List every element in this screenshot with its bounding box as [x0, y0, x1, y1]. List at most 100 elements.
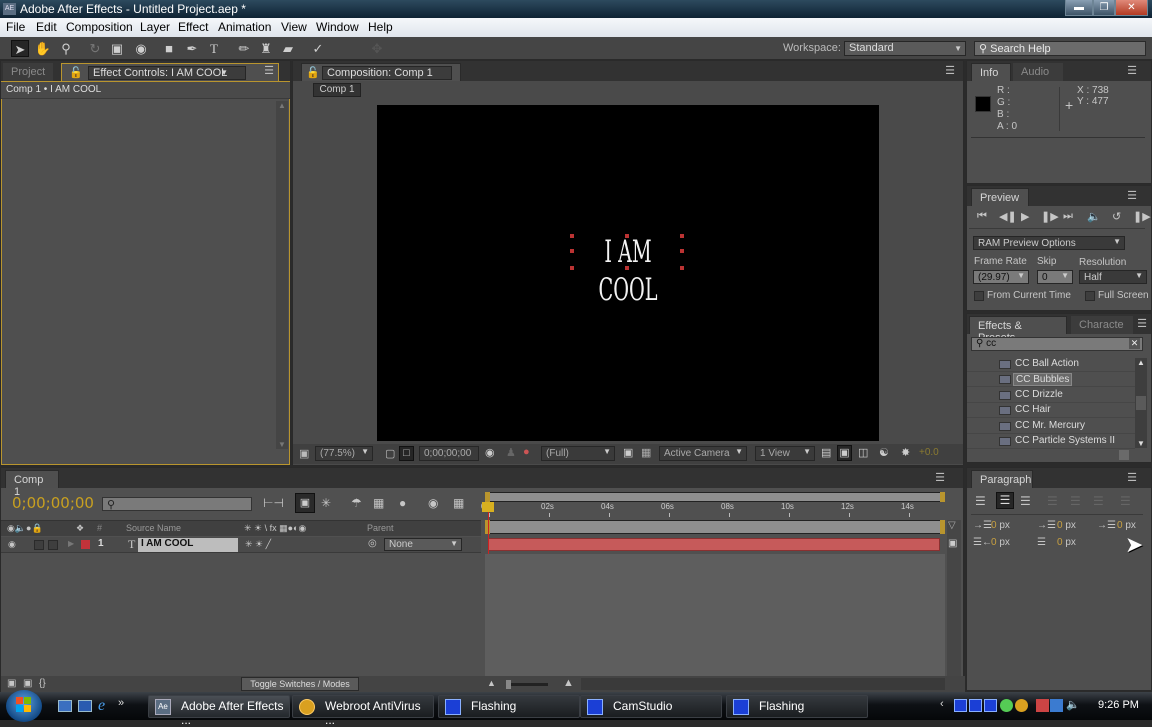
next-frame-icon[interactable]: ❚▶: [1041, 210, 1059, 223]
panel-menu-icon[interactable]: ☰: [945, 64, 955, 77]
timeline-search-field[interactable]: ⚲: [102, 497, 252, 511]
hand-tool-icon[interactable]: ✋: [34, 40, 52, 57]
zoom-in-icon[interactable]: ▲: [563, 677, 574, 689]
space-after-value[interactable]: 0 px: [1057, 537, 1076, 548]
first-frame-icon[interactable]: ⏮: [977, 210, 987, 223]
pen-tool-icon[interactable]: ✒: [183, 40, 201, 57]
layer-switches[interactable]: ✳ ☀ ╱: [245, 539, 271, 550]
justify-all-icon[interactable]: ☰: [1120, 494, 1131, 508]
always-preview-icon[interactable]: ▣: [299, 447, 309, 460]
start-button[interactable]: [6, 690, 42, 722]
loop-icon[interactable]: ↺: [1112, 210, 1121, 223]
tray-power-icon[interactable]: [1036, 699, 1049, 712]
audio-icon[interactable]: 🔈: [1087, 210, 1101, 223]
safe-zones-icon[interactable]: ▢: [385, 447, 395, 460]
menu-edit[interactable]: Edit: [36, 20, 57, 34]
menu-animation[interactable]: Animation: [218, 20, 271, 34]
space-before-value[interactable]: 0 px: [991, 537, 1010, 548]
live-update-icon[interactable]: ▣: [295, 493, 315, 513]
taskbar-button[interactable]: CamStudio: [580, 695, 722, 718]
comp-marker-bin-icon[interactable]: ▽: [948, 520, 956, 531]
panel-menu-icon[interactable]: ☰: [1127, 189, 1137, 202]
view-layout-dropdown[interactable]: 1 View ▼: [755, 446, 815, 461]
from-current-time-checkbox[interactable]: [974, 291, 984, 301]
zoom-tool-icon[interactable]: ⚲: [57, 40, 75, 57]
camera-dropdown[interactable]: Active Camera ▼: [659, 446, 747, 461]
layer-label-color[interactable]: [81, 540, 90, 549]
effect-item[interactable]: CC Drizzle: [967, 388, 1135, 403]
lock-icon[interactable]: 🔓: [69, 66, 83, 79]
resolution-dropdown[interactable]: (Full) ▼: [541, 446, 615, 461]
handle[interactable]: [625, 266, 629, 270]
rotation-tool-icon[interactable]: ↻: [86, 40, 104, 57]
effect-item[interactable]: CC Particle Systems II: [967, 434, 1135, 449]
effects-scrollbar[interactable]: ▲ ▼: [1135, 358, 1147, 448]
tray-camstudio-icon[interactable]: [984, 699, 997, 712]
clock[interactable]: 9:26 PM: [1098, 699, 1139, 711]
graph-editor-icon[interactable]: ▦: [453, 496, 464, 510]
fast-previews-icon[interactable]: ▣: [837, 445, 852, 461]
panel-menu-icon[interactable]: ☰: [1127, 64, 1137, 77]
restore-button[interactable]: ❐: [1093, 0, 1115, 16]
solo-toggle[interactable]: [34, 540, 44, 550]
pickwhip-icon[interactable]: ◎: [368, 538, 377, 549]
tab-effects-presets[interactable]: Effects & Presets: [969, 316, 1067, 344]
menu-window[interactable]: Window: [316, 20, 359, 34]
time-ruler[interactable]: 0s02s04s06s08s10s12s14s: [481, 502, 945, 518]
handle[interactable]: [570, 234, 574, 238]
comp-1-button[interactable]: Comp 1: [313, 83, 361, 97]
play-icon[interactable]: ▶: [1021, 210, 1029, 223]
scroll-down-icon[interactable]: ▼: [1137, 439, 1145, 448]
work-area-end-handle[interactable]: [940, 492, 945, 502]
handle[interactable]: [625, 234, 629, 238]
parent-dropdown[interactable]: None ▼: [384, 538, 462, 551]
snapshot-icon[interactable]: ◉: [485, 446, 495, 459]
tray-green-icon[interactable]: [1000, 699, 1013, 712]
taskbar-button[interactable]: Flashing: [726, 695, 868, 718]
effect-item[interactable]: CC Mr. Mercury: [967, 419, 1135, 434]
lock-toggle[interactable]: [48, 540, 58, 550]
frame-rate-dropdown[interactable]: (29.97) ▼: [973, 270, 1029, 284]
show-hidden-icons[interactable]: ‹: [940, 698, 944, 710]
quick-launch-more-icon[interactable]: »: [118, 697, 124, 709]
menu-view[interactable]: View: [281, 20, 307, 34]
comp-mini-flowchart-icon[interactable]: ⊢⊣: [263, 496, 284, 510]
navigator-end-handle[interactable]: [940, 520, 945, 534]
handle[interactable]: [570, 249, 574, 253]
timeline-timecode[interactable]: 0;00;00;00: [12, 494, 94, 512]
in-out-icon[interactable]: {}: [39, 678, 46, 689]
tab-character[interactable]: Characte: [1071, 316, 1133, 334]
menu-layer[interactable]: Layer: [140, 20, 170, 34]
timeline-scrollbar[interactable]: ▽ ▣: [947, 520, 961, 676]
scroll-up-icon[interactable]: ▲: [278, 101, 286, 110]
shy-layers-icon[interactable]: ☂: [351, 496, 362, 510]
layer-switches-icon[interactable]: ▣: [7, 678, 16, 689]
effect-item[interactable]: CC Bubbles: [967, 372, 1135, 388]
zoom-out-icon[interactable]: ▲: [487, 678, 496, 688]
work-area-bar[interactable]: [485, 492, 945, 502]
type-tool-icon[interactable]: T: [205, 40, 223, 57]
reset-exposure-icon[interactable]: ✸: [901, 446, 910, 459]
camera-tool-icon[interactable]: ▣: [108, 40, 126, 57]
menu-file[interactable]: File: [6, 20, 25, 34]
panel-menu-icon[interactable]: ☰: [264, 64, 274, 77]
panel-menu-icon[interactable]: ☰: [1137, 317, 1147, 330]
handle[interactable]: [680, 266, 684, 270]
panel-menu-icon[interactable]: ☰: [1127, 471, 1137, 484]
tray-camstudio-icon[interactable]: [969, 699, 982, 712]
rectangle-tool-icon[interactable]: ■: [160, 40, 178, 57]
tab-project[interactable]: Project: [3, 63, 54, 81]
handle[interactable]: [680, 234, 684, 238]
draft-3d-icon[interactable]: ✳: [321, 496, 331, 510]
composition-canvas[interactable]: I AM COOL: [377, 105, 879, 441]
menu-composition[interactable]: Composition: [66, 20, 133, 34]
tray-camstudio-icon[interactable]: [954, 699, 967, 712]
brainstorm-icon[interactable]: ◉: [428, 496, 438, 510]
flowchart-icon[interactable]: ☯: [879, 446, 889, 459]
taskbar-button[interactable]: Flashing: [438, 695, 580, 718]
slider-thumb[interactable]: [506, 680, 511, 689]
transparency-grid-icon[interactable]: ▦: [641, 446, 651, 459]
column-source-name[interactable]: Source Name: [126, 523, 181, 533]
scroll-up-icon[interactable]: ▲: [1137, 358, 1145, 367]
effect-item[interactable]: CC Ball Action: [967, 357, 1135, 372]
